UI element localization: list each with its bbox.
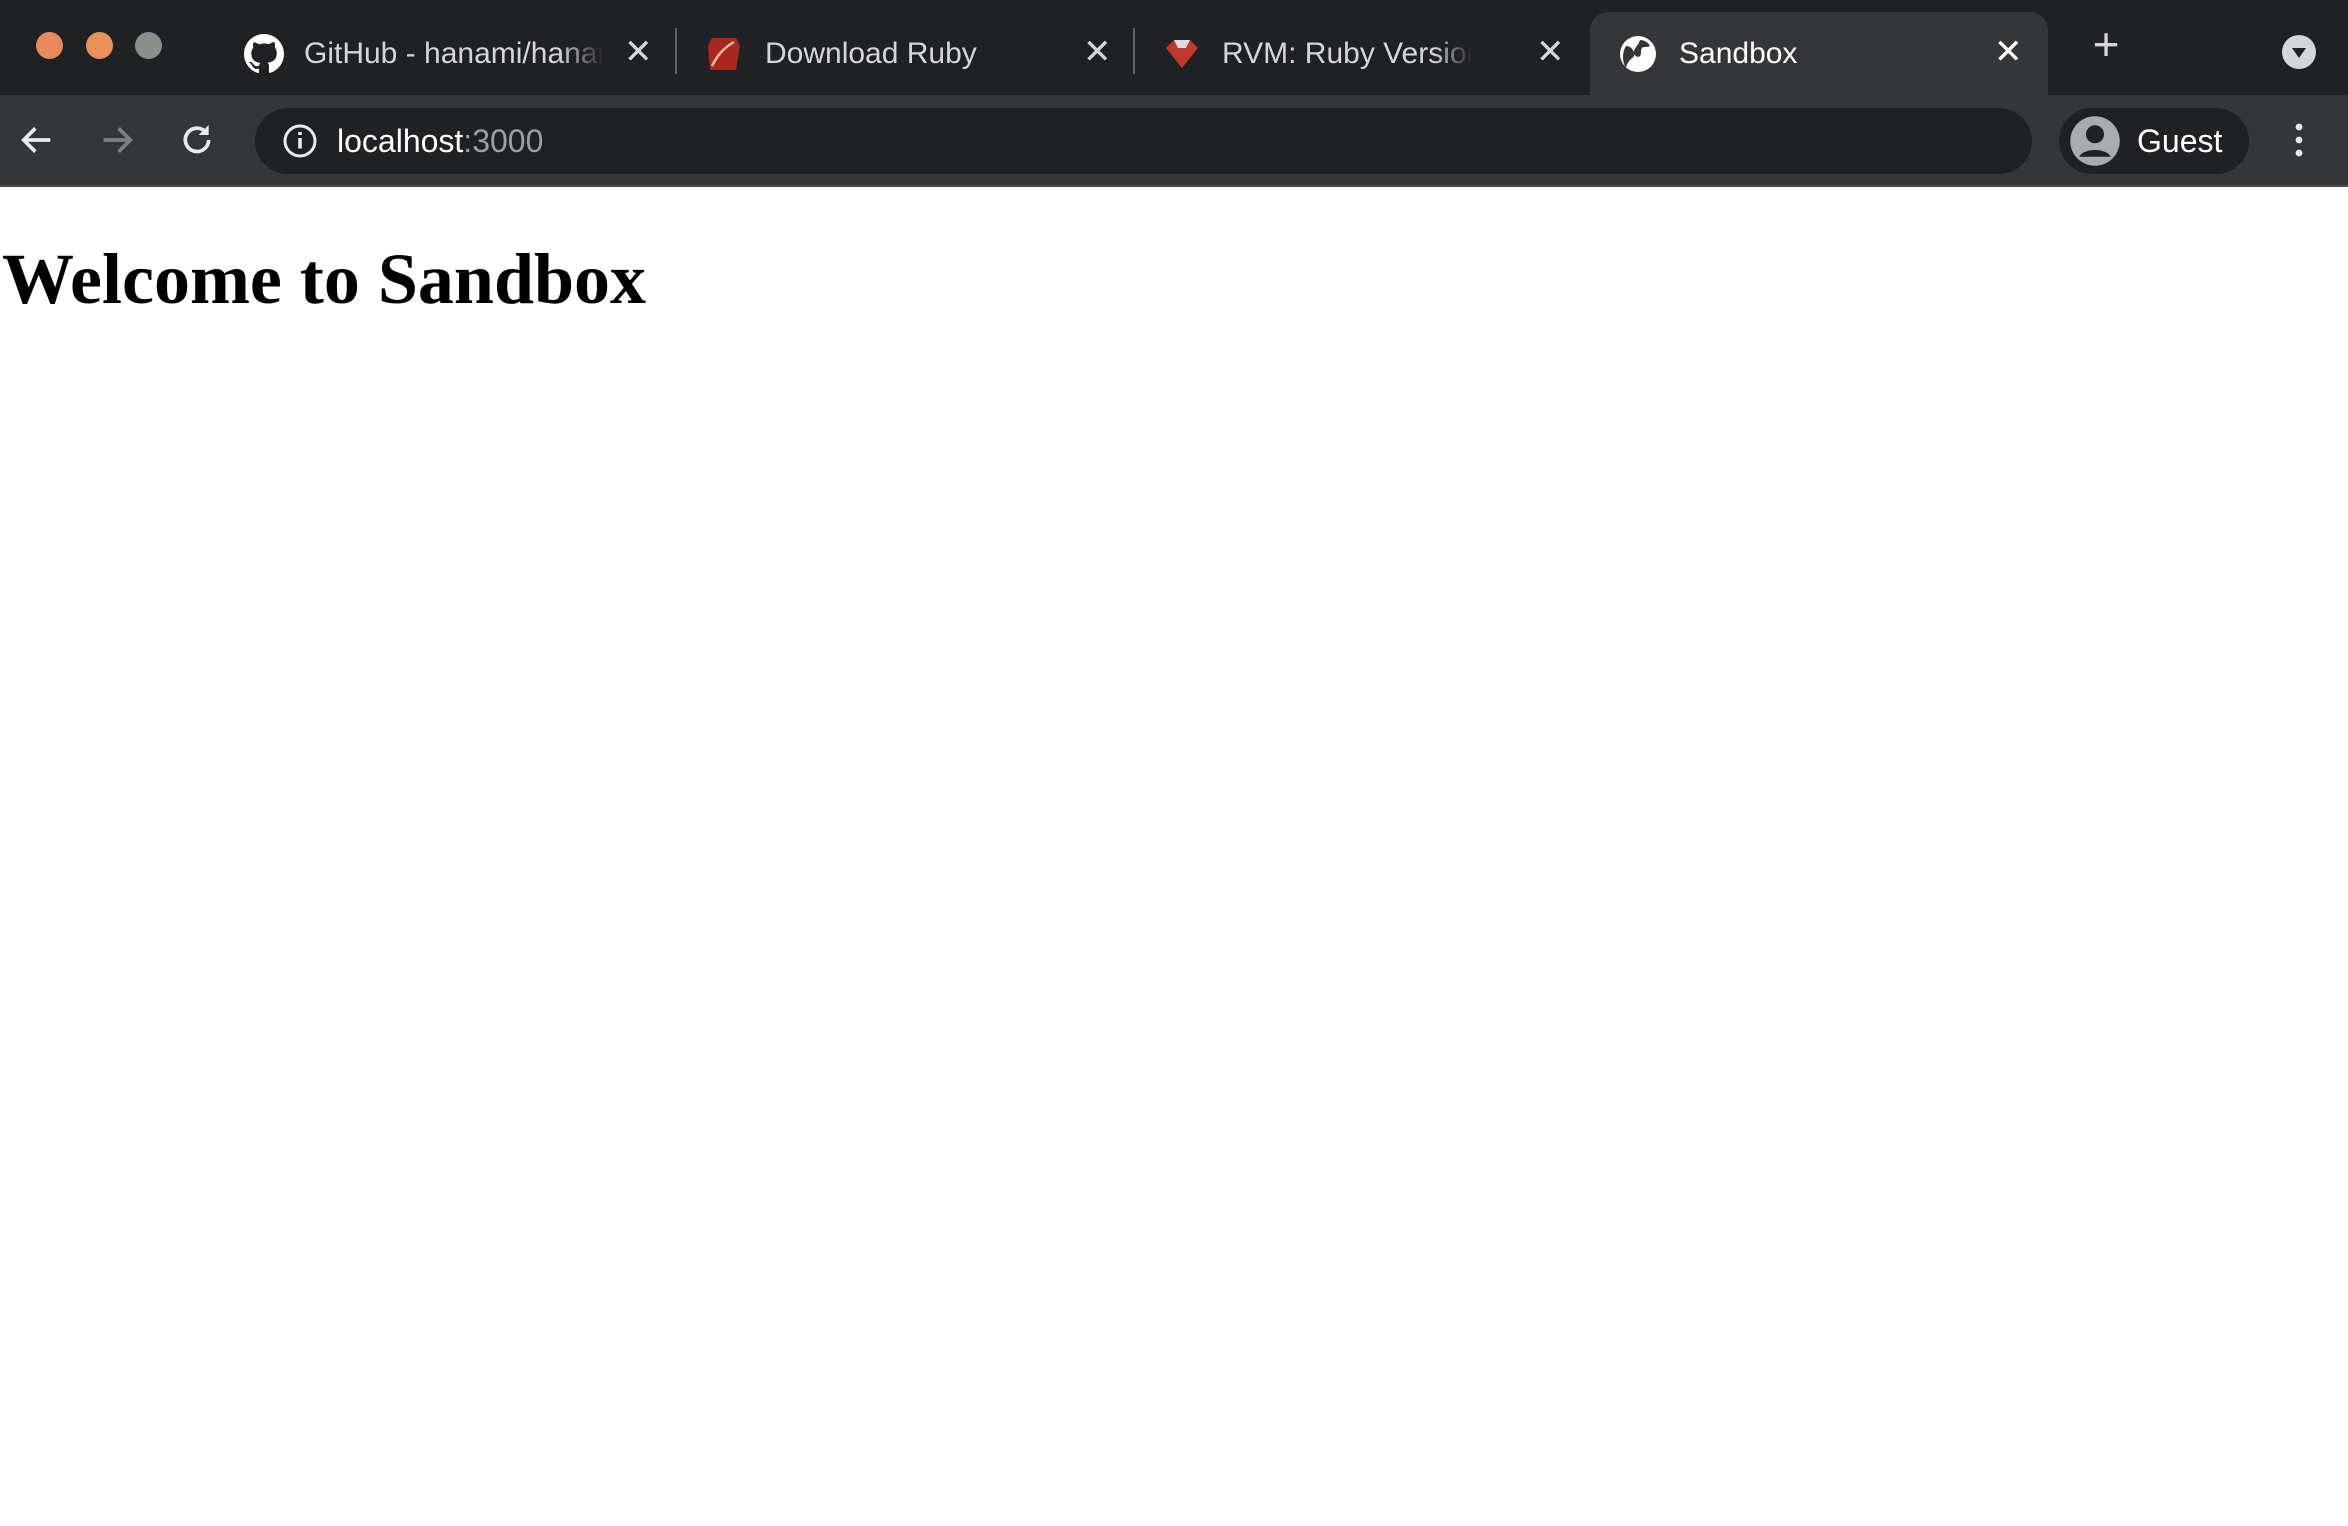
ruby-icon [708,38,740,70]
close-tab-icon[interactable]: ✕ [1994,32,2023,72]
tab-github[interactable]: GitHub - hanami/hanami ✕ [230,12,670,95]
back-button[interactable] [12,115,62,165]
forward-button[interactable] [92,115,142,165]
tab-title: GitHub - hanami/hanami [304,37,604,70]
profile-label: Guest [2137,123,2223,159]
globe-icon [1620,36,1656,72]
tab-separator [1133,28,1135,74]
tab-download-ruby[interactable]: Download Ruby ✕ [690,12,1130,95]
new-tab-button[interactable]: + [2084,21,2128,67]
chevron-down-icon [2292,48,2306,58]
profile-button[interactable]: Guest [2059,108,2249,174]
tab-separator [675,28,677,74]
tab-strip: GitHub - hanami/hanami ✕ Download Ruby ✕… [0,0,2348,95]
url-text[interactable]: localhost:3000 [337,121,543,161]
tab-search-button[interactable] [2282,35,2316,69]
url-port: :3000 [463,123,544,159]
close-tab-icon[interactable]: ✕ [1536,32,1565,72]
rvm-icon [1166,40,1198,68]
close-tab-icon[interactable]: ✕ [1083,32,1112,72]
close-tab-icon[interactable]: ✕ [624,32,653,72]
arrow-left-icon [21,127,51,153]
url-host: localhost [337,123,464,159]
page-heading: Welcome to Sandbox [2,239,647,319]
tab-title: Sandbox [1679,37,1798,70]
browser-toolbar: localhost:3000 Guest [0,95,2348,187]
kebab-menu-icon [2295,123,2303,157]
arrow-right-icon [103,127,133,153]
reload-icon [183,125,211,154]
tab-title: Download Ruby [765,37,977,70]
tab-title: RVM: Ruby Version Manager [1222,37,1472,70]
github-icon [244,34,284,74]
close-window-button[interactable] [36,32,63,59]
maximize-window-button[interactable] [135,32,162,59]
info-icon[interactable] [282,123,318,159]
tab-rvm[interactable]: RVM: Ruby Version Manager ✕ [1150,12,1580,95]
minimize-window-button[interactable] [86,32,113,59]
avatar-icon [2070,116,2120,166]
address-bar[interactable]: localhost:3000 [255,108,2032,174]
reload-button[interactable] [172,115,222,165]
menu-button[interactable] [2284,115,2314,165]
tab-sandbox[interactable]: Sandbox ✕ [1590,12,2048,95]
